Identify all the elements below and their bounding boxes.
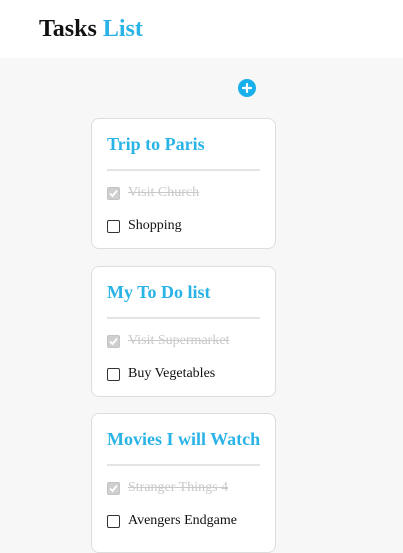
task-label: Visit Supermarket [128,333,230,348]
task-label: Visit Church [128,185,200,200]
list-card: My To Do list Visit Supermarket Buy Vege… [91,266,276,397]
task-item: Visit Church [107,183,199,203]
app-title-main: Tasks [39,16,97,42]
task-label: Stranger Things 4 [128,480,229,495]
add-list-button[interactable] [238,79,256,97]
task-label: Buy Vegetables [128,366,216,381]
task-label: Shopping [128,218,182,233]
task-item: Buy Vegetables [107,364,215,384]
task-label: Avengers Endgame [128,513,237,528]
app-title: Tasks List [39,14,143,44]
app-title-accent: List [102,16,143,42]
list-title[interactable]: Movies I will Watch [107,428,260,450]
task-checkbox[interactable] [107,219,120,233]
task-checkbox[interactable] [107,186,120,200]
checkmark-icon [109,337,118,345]
task-checkbox[interactable] [107,514,120,528]
task-checkbox[interactable] [107,481,120,495]
list-card: Movies I will Watch Stranger Things 4 Av… [91,413,276,553]
task-checkbox[interactable] [107,334,120,348]
app-header: Tasks List [0,0,403,58]
task-checkbox[interactable] [107,367,120,381]
task-item: Visit Supermarket [107,331,229,351]
divider [107,464,260,466]
task-item: Stranger Things 4 [107,478,228,498]
list-title[interactable]: Trip to Paris [107,133,205,155]
divider [107,317,260,319]
plus-icon [242,83,252,93]
list-title[interactable]: My To Do list [107,281,211,303]
task-item: Shopping [107,216,182,236]
task-item: Avengers Endgame [107,511,237,531]
divider [107,169,260,171]
checkmark-icon [109,484,118,492]
list-card: Trip to Paris Visit Church Shopping [91,118,276,249]
checkmark-icon [109,189,118,197]
